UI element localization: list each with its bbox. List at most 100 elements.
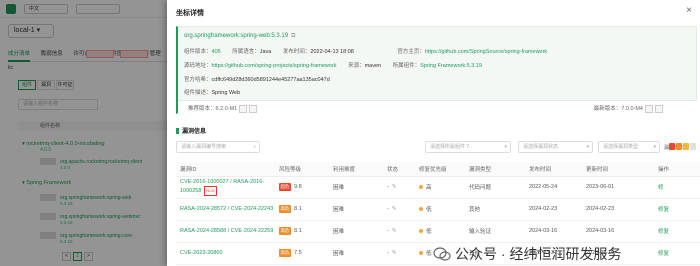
description-value: Spring Web (211, 90, 241, 96)
source-link[interactable]: https://github.com/spring-projects/sprin… (212, 63, 337, 69)
priority-dot (419, 185, 423, 189)
risk-level-badge: 高危 (279, 227, 291, 235)
priority-value: 低 (426, 207, 432, 213)
info-value[interactable]: 405 (212, 49, 221, 55)
info-row: 官方哈希：cdffc649d28d360d5891244e45277aa135a… (184, 75, 340, 83)
vuln-section-title: 漏洞信息 (176, 126, 206, 135)
drawer-title: 坐标详情 (176, 10, 204, 17)
placeholder: 请选择漏洞类型 (603, 144, 639, 150)
updated-cell: 2023-06-01 (582, 176, 654, 199)
col-difficulty: 利用难度 (329, 162, 383, 177)
info-value: 2022-04-13 18:08 (310, 49, 354, 55)
published-cell: 2024-02-23 (525, 198, 582, 221)
info-label: 所属语言： (232, 49, 260, 55)
status-value: - (387, 206, 389, 212)
homepage-link[interactable]: https://github.com/SpringSource/spring-f… (425, 49, 547, 55)
fix-action-link[interactable]: 修复 (654, 198, 700, 221)
fix-action-link[interactable]: 修 (654, 176, 700, 199)
edit-icon[interactable]: ✎ (392, 250, 397, 256)
vuln-id-link[interactable]: RASA-2024-28572 / CVE-2024-22243 (176, 198, 275, 221)
upgrade-button[interactable] (655, 104, 663, 113)
status-value: - (387, 250, 389, 256)
col-updated[interactable]: 更新时间 (582, 162, 654, 177)
placeholder: 请输入漏洞编号搜索 (181, 144, 227, 150)
col-status: 状态 (383, 162, 415, 177)
copy-button[interactable] (645, 104, 653, 113)
info-label: 官方主页： (397, 49, 425, 55)
risk-critical-chip[interactable] (669, 143, 675, 150)
info-label: 源码地址： (184, 63, 212, 69)
rce-badge: RCE (204, 186, 217, 196)
component-filter-select[interactable]: 请选择所属组件 7 ▾ (425, 141, 511, 153)
placeholder: 请选择所属组件 7 (430, 144, 470, 150)
type-cell: 其他 (465, 198, 525, 221)
risk-level-badge: 高危 (279, 205, 291, 213)
priority-dot (419, 207, 423, 211)
col-risk[interactable]: 风险等级 (275, 162, 329, 177)
published-cell: 2024-03-16 (525, 220, 582, 243)
info-value: maven (364, 63, 382, 69)
col-type: 漏洞类型 (465, 162, 525, 177)
type-cell: 输入验证 (465, 220, 525, 243)
info-row: 组件描述：Spring Web (184, 88, 250, 96)
status-cell: - ✎ (383, 176, 415, 199)
type-cell: 代码问题 (465, 176, 525, 199)
vuln-id: RASA-2024-28572 / CVE-2024-22243 (180, 206, 274, 212)
risk-cell: 超危 9.8 (275, 176, 329, 199)
type-filter-select[interactable]: 请选择漏洞类型 ▾ (598, 141, 660, 153)
upgrade-button[interactable] (249, 104, 258, 113)
col-priority: 修复优先级 (415, 162, 465, 177)
priority-cell: 低 (415, 198, 465, 221)
coordinate-detail-drawer: 坐标详情 × org.springframework:spring-web:5.… (167, 0, 700, 266)
info-label: 发布时间： (282, 49, 311, 55)
risk-level-badge: 高危 (279, 249, 291, 257)
risk-score: 8.1 (294, 206, 302, 212)
published-cell: 2022-05-24 (525, 176, 582, 199)
priority-value: 低 (426, 251, 432, 257)
info-row: 源码地址：https://github.com/spring-projects/… (184, 61, 492, 69)
vuln-id: CVE-2023-20860 (180, 250, 223, 256)
copy-button[interactable] (239, 104, 248, 113)
chevron-down-icon: ▾ (504, 144, 507, 150)
vuln-id-link[interactable]: CVE-2016-1000027 / RASA-2016-1000258 RCE (176, 176, 275, 199)
status-value: - (387, 184, 389, 190)
info-label: 官方哈希： (184, 77, 212, 83)
risk-score: 7.5 (294, 250, 302, 256)
risk-high-chip[interactable] (676, 143, 682, 150)
hash-value: cdffc649d28d360d5891244e45277aa135ac047d (211, 77, 330, 83)
recommended-version: 推荐版本：6.2.0-M1 (188, 104, 258, 113)
coordinate-text: org.springframework:spring-web:5.3.19 ⧉ (184, 33, 295, 40)
fix-action-link[interactable]: 修复 (654, 220, 700, 243)
risk-low-chip[interactable] (690, 143, 696, 150)
vuln-id-link[interactable]: CVE-2023-20860 (176, 242, 275, 265)
updated-cell: 2024-02-23 (582, 198, 654, 221)
copy-icon[interactable]: ⧉ (291, 33, 295, 39)
coordinate-value: org.springframework:spring-web:5.3.19 (184, 33, 289, 39)
status-filter-select[interactable]: 请选择漏洞状态 ▾ (518, 141, 593, 153)
close-icon[interactable]: × (686, 5, 692, 16)
info-label: 组件版本： (184, 49, 212, 55)
table-header-row: 漏洞ID 风险等级 利用难度 状态 修复优先级 漏洞类型 发布时间 更新时间 操… (176, 162, 700, 177)
vuln-id: CVE-2016-1000027 / RASA-2016-1000258 (180, 179, 265, 194)
placeholder: 请选择漏洞状态 (523, 144, 559, 150)
info-label: 组件描述： (184, 90, 212, 96)
edit-icon[interactable]: ✎ (392, 184, 397, 190)
priority-dot (419, 229, 423, 233)
vuln-search-input[interactable]: 请输入漏洞编号搜索 ⌕ (176, 141, 260, 153)
parent-component-link[interactable]: Spring Framework:5.3.19 (420, 63, 482, 69)
difficulty-cell: 困难 (329, 242, 383, 265)
status-cell: - ✎ (383, 220, 415, 243)
vuln-id-link[interactable]: RASA-2024-28588 / CVE-2024-22259 (176, 220, 275, 243)
edit-icon[interactable]: ✎ (392, 206, 397, 212)
table-row: CVE-2016-1000027 / RASA-2016-1000258 RCE 超… (176, 176, 700, 199)
priority-cell: 高 (415, 176, 465, 199)
info-value: Java (259, 49, 272, 55)
col-published[interactable]: 发布时间 (525, 162, 582, 177)
info-label: 来源： (348, 63, 365, 69)
risk-medium-chip[interactable] (683, 143, 689, 150)
risk-score: 9.8 (294, 184, 302, 190)
wechat-icon (433, 247, 451, 261)
status-value: - (387, 228, 389, 234)
latest-version: 最新版本：7.0.0-M4 (594, 104, 663, 113)
edit-icon[interactable]: ✎ (392, 228, 397, 234)
